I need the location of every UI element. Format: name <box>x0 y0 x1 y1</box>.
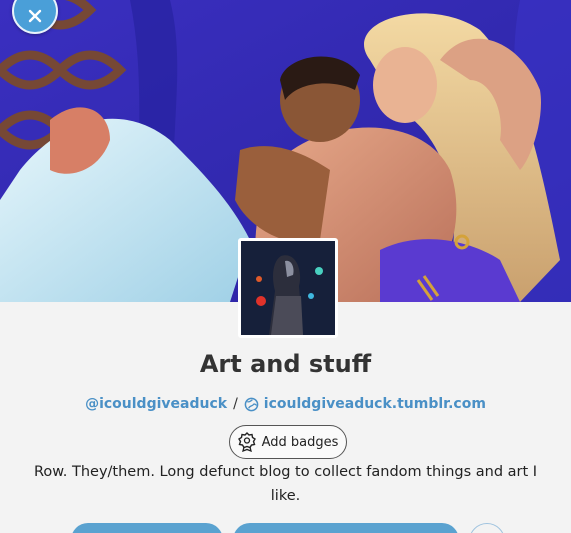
blog-url-link[interactable]: icouldgiveaduck.tumblr.com <box>244 396 486 412</box>
add-badges-button[interactable]: Add badges <box>229 425 347 459</box>
message-button[interactable] <box>233 523 459 533</box>
blog-url-text: icouldgiveaduck.tumblr.com <box>263 396 486 412</box>
close-icon <box>28 9 42 23</box>
blog-links: @icouldgiveaduck / icouldgiveaduck.tumbl… <box>0 396 571 412</box>
follow-button[interactable] <box>71 523 223 533</box>
link-separator: / <box>233 396 238 412</box>
add-badges-label: Add badges <box>261 434 339 450</box>
username-link[interactable]: @icouldgiveaduck <box>85 396 227 412</box>
blog-description: Row. They/them. Long defunct blog to col… <box>33 464 538 504</box>
blog-title: Art and stuff <box>199 350 372 378</box>
globe-icon <box>244 397 259 411</box>
blog-profile-card: Art and stuff @icouldgiveaduck / icouldg… <box>0 0 571 533</box>
more-options-button[interactable] <box>469 523 505 533</box>
avatar[interactable] <box>238 238 338 338</box>
badge-icon <box>237 432 256 452</box>
